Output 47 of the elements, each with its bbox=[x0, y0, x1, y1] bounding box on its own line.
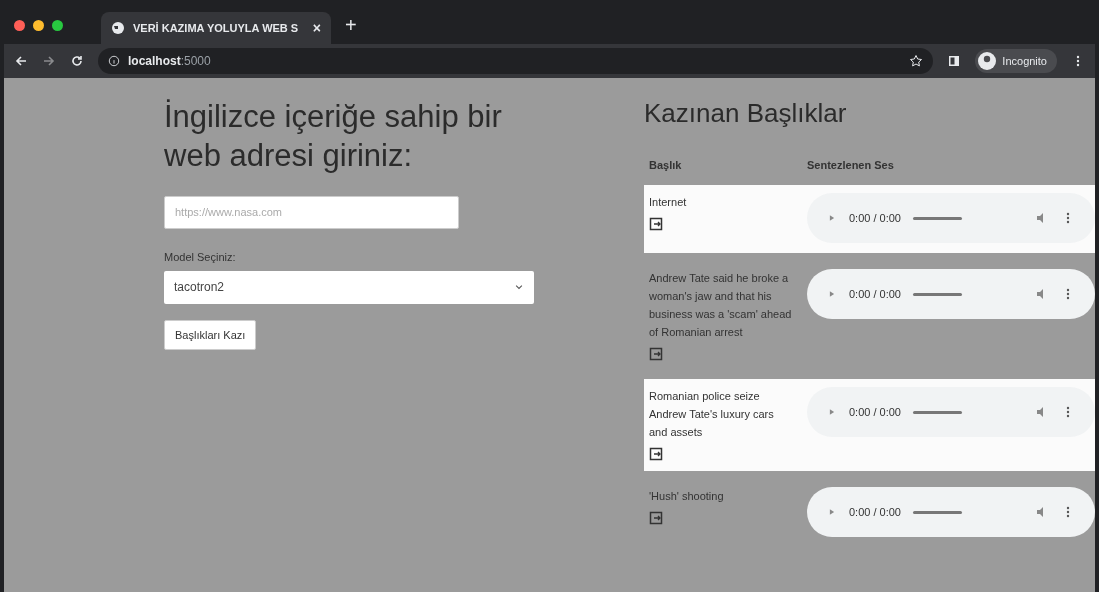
seek-bar[interactable] bbox=[913, 410, 962, 414]
open-link-icon bbox=[649, 347, 663, 361]
results-heading: Kazınan Başlıklar bbox=[644, 98, 848, 129]
browser-tab[interactable]: VERİ KAZIMA YOLUYLA WEB S × bbox=[101, 12, 331, 44]
audio-player[interactable]: 0:00 / 0:00 bbox=[807, 193, 1095, 243]
side-panel-icon bbox=[947, 54, 962, 68]
profile-button[interactable]: Incognito bbox=[975, 49, 1057, 73]
maximize-window-dot[interactable] bbox=[52, 19, 63, 31]
tab-title: VERİ KAZIMA YOLUYLA WEB S bbox=[133, 22, 300, 34]
globe-icon bbox=[111, 21, 125, 35]
headline-text: 'Hush' shooting bbox=[649, 489, 725, 504]
info-icon bbox=[108, 55, 120, 67]
headline-text: Romanian police seize Andrew Tate's luxury cars and assets bbox=[649, 389, 775, 440]
address-bar[interactable]: localhost:5000 bbox=[98, 48, 934, 74]
headline-text: Andrew Tate said he broke a woman's jaw and that his business was a 'scam' ahead of Romanian arrest bbox=[649, 271, 793, 340]
url-text: localhost:5000 bbox=[128, 54, 211, 68]
chevron-down-icon bbox=[514, 282, 524, 292]
scrape-button[interactable]: Başlıkları Kazı bbox=[164, 319, 257, 350]
time-text: 0:00 / 0:00 bbox=[849, 212, 901, 224]
forward-icon bbox=[42, 54, 56, 68]
reload-icon bbox=[70, 54, 84, 68]
tab-close-button[interactable]: × bbox=[312, 20, 321, 36]
audio-player[interactable]: 0:00 / 0:00 bbox=[807, 487, 1095, 537]
time-text: 0:00 / 0:00 bbox=[849, 406, 901, 418]
open-link-icon bbox=[649, 511, 663, 525]
headline-text: Internet bbox=[649, 195, 688, 210]
close-window-dot[interactable] bbox=[14, 19, 25, 31]
url-input-field[interactable]: https://www.nasa.com bbox=[164, 195, 459, 229]
open-link-icon bbox=[649, 447, 663, 461]
column-header: Başlık bbox=[649, 159, 683, 171]
time-text: 0:00 / 0:00 bbox=[849, 288, 901, 300]
minimize-window-dot[interactable] bbox=[33, 19, 44, 31]
new-tab-button[interactable]: + bbox=[345, 13, 357, 37]
audio-player[interactable]: 0:00 / 0:00 bbox=[807, 269, 1095, 319]
model-select[interactable]: tacotron2 bbox=[164, 270, 534, 304]
open-link-icon bbox=[649, 217, 663, 231]
seek-bar[interactable] bbox=[913, 292, 962, 296]
back-icon bbox=[14, 54, 28, 68]
avatar-icon bbox=[978, 52, 997, 70]
column-header: Sentezlenen Ses bbox=[807, 159, 895, 171]
audio-player[interactable]: 0:00 / 0:00 bbox=[807, 387, 1095, 437]
seek-bar[interactable] bbox=[913, 216, 962, 220]
star-icon bbox=[909, 54, 924, 68]
time-text: 0:00 / 0:00 bbox=[849, 506, 901, 518]
seek-bar[interactable] bbox=[913, 510, 962, 514]
form-heading: İngilizce içeriğe sahip bir web adresi giriniz: bbox=[164, 98, 503, 175]
model-label: Model Seçiniz: bbox=[164, 250, 236, 263]
